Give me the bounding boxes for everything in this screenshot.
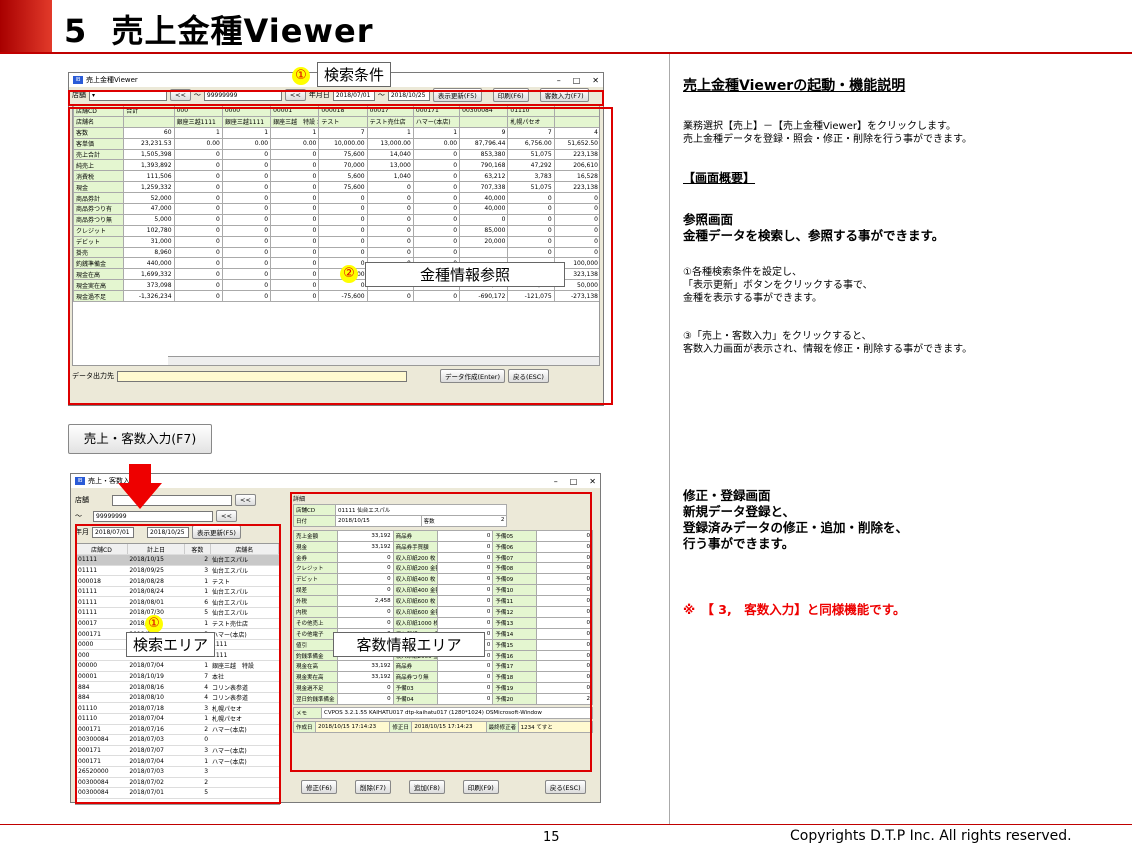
title-accent-bar	[0, 0, 52, 52]
store-to-row: ～ 99999999 <<	[75, 508, 280, 524]
edit-line-1: 新規データ登録と、	[683, 504, 796, 519]
step3-line-b: 客数入力画面が表示され、情報を修正・削除する事ができます。	[683, 344, 973, 355]
step1-line-a: ①各種検索条件を設定し、	[683, 267, 802, 278]
search-condition-highlight	[68, 90, 604, 106]
edit-line-3: 行う事ができます。	[683, 536, 795, 551]
close-icon[interactable]: ✕	[592, 76, 599, 85]
store-to-select-2[interactable]: 99999999	[93, 510, 213, 522]
minimize-icon-2[interactable]: –	[554, 477, 558, 486]
print-button-2[interactable]: 印刷(F9)	[462, 780, 499, 794]
app-icon-2: IB	[75, 477, 85, 485]
minimize-icon[interactable]: –	[557, 76, 561, 85]
slide-number: 5	[64, 12, 88, 50]
callout-search-number: ①	[292, 64, 310, 85]
store-row: 店舗 <<	[75, 492, 280, 508]
window-title: 売上金種Viewer	[86, 76, 138, 84]
sales-customer-input-button[interactable]: 売上・客数入力(F7)	[68, 424, 212, 454]
step1-line-c: 金種を表示する事ができます。	[683, 293, 822, 304]
section-heading: 売上金種Viewerの起動・機能説明	[683, 78, 906, 94]
back-button-2[interactable]: 戻る(ESC)	[544, 780, 586, 794]
tilde-3: ～	[75, 512, 82, 520]
down-arrow-shaft	[129, 464, 151, 484]
app-icon: IB	[73, 76, 83, 84]
down-arrow-icon	[118, 483, 162, 509]
store-label-2: 店舗	[75, 496, 89, 504]
overview-heading: 【画面概要】	[683, 171, 756, 185]
header-divider	[0, 52, 1132, 54]
callout-kinshu-info: 金種情報参照	[365, 262, 565, 287]
maximize-icon[interactable]: □	[573, 76, 581, 85]
step3-line-a: ③「売上・客数入力」をクリックすると、	[683, 331, 872, 342]
kinshu-info-highlight	[68, 107, 613, 405]
page-number: 15	[543, 830, 560, 845]
callout-customer-info: 客数情報エリア	[333, 632, 485, 657]
modify-button[interactable]: 修正(F6)	[301, 780, 337, 794]
slide-title-text: 売上金種Viewer	[111, 12, 374, 50]
maximize-icon-2[interactable]: □	[570, 477, 578, 486]
action-buttons: 修正(F6) 削除(F7) 追加(F8) 印刷(F9) 戻る(ESC)	[301, 780, 586, 794]
ref-desc: 金種データを検索し、参照する事ができます。	[683, 228, 945, 243]
search-area-highlight	[75, 524, 281, 804]
footer-divider	[0, 824, 1132, 825]
slide-title: 5 売上金種Viewer	[64, 6, 373, 52]
intro-line-1: 業務選択【売上】－【売上金種Viewer】をクリックします。	[683, 121, 956, 132]
ref-title: 参照画面	[683, 212, 734, 227]
callout-search-area-number: ①	[145, 612, 163, 633]
close-icon-2[interactable]: ✕	[589, 477, 596, 486]
prev-btn-b[interactable]: <<	[216, 510, 237, 522]
delete-button[interactable]: 削除(F7)	[354, 780, 391, 794]
edit-line-2: 登録済みデータの修正・追加・削除を、	[683, 520, 909, 535]
same-function-note: ※ 【 3, 客数入力】と同様機能です。	[683, 602, 906, 617]
intro-line-2: 売上金種データを登録・照会・修正・削除を行う事ができます。	[683, 134, 972, 145]
copyright: Copyrights D.T.P Inc. All rights reserve…	[790, 828, 1072, 844]
add-button[interactable]: 追加(F8)	[408, 780, 445, 794]
edit-title: 修正・登録画面	[683, 488, 771, 503]
callout-kinshu-number: ②	[340, 262, 358, 283]
step1-line-b: 「表示更新」ボタンをクリックする事で、	[683, 280, 873, 291]
prev-btn-a[interactable]: <<	[235, 494, 256, 506]
column-divider	[669, 54, 670, 824]
callout-search-area: 検索エリア	[126, 632, 216, 657]
callout-search-condition: 検索条件	[317, 62, 392, 87]
